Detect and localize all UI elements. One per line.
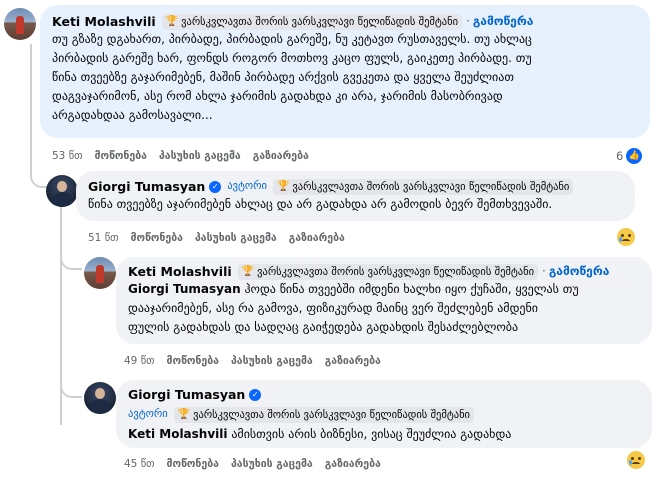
badge-label: ვარსკვლავთა შორის ვარსკვლავი წელიწადის შ… (257, 265, 535, 278)
comment-author[interactable]: Giorgi Tumasyan (88, 178, 205, 195)
avatar[interactable] (84, 257, 116, 289)
avatar[interactable] (46, 175, 78, 207)
verified-icon: ✓ (249, 388, 262, 401)
timestamp[interactable]: 51 წთ (88, 232, 119, 244)
mention-link[interactable]: Giorgi Tumasyan (128, 282, 241, 296)
avatar[interactable] (84, 382, 116, 414)
thread-connector (60, 370, 82, 398)
reaction-summary[interactable] (617, 228, 635, 246)
like-reaction-icon: 👍 (626, 148, 643, 164)
comment-actions: 53 წთ მოწონება პასუხის გაცემა გაზიარება (52, 150, 309, 162)
reply-button[interactable]: პასუხის გაცემა (231, 458, 313, 470)
comment-author[interactable]: Giorgi Tumasyan (128, 386, 245, 403)
comment-line: ფულის გადახდას და სადღაც გაიჭედება გადახ… (128, 320, 519, 334)
comment-actions: 45 წთ მოწონება პასუხის გაცემა გაზიარება (124, 458, 381, 470)
reaction-count: 6 (616, 149, 624, 163)
comment-line: თუ გზაზე დგახართ, პირბადე, პირბადის გარე… (52, 32, 532, 46)
reply-button[interactable]: პასუხის გაცემა (195, 232, 277, 244)
like-button[interactable]: მოწონება (167, 355, 219, 367)
mention-link[interactable]: Keti Molashvili (128, 427, 228, 441)
badge-label: ვარსკვლავთა შორის ვარსკვლავი წელიწადის შ… (292, 180, 570, 193)
trophy-icon: 🏆 (165, 15, 179, 27)
trophy-icon: 🏆 (276, 180, 290, 192)
comment-actions: 49 წთ მოწონება პასუხის გაცემა გაზიარება (124, 355, 381, 367)
like-button[interactable]: მოწონება (95, 150, 147, 162)
share-button[interactable]: გაზიარება (253, 150, 309, 162)
comment-author[interactable]: Keti Molashvili (52, 13, 156, 30)
reply-button[interactable]: პასუხის გაცემა (231, 355, 313, 367)
verified-icon: ✓ (209, 180, 222, 193)
reply-button[interactable]: პასუხის გაცემა (159, 150, 241, 162)
fan-badge[interactable]: 🏆 ვარსკვლავთა შორის ვარსკვლავი წელიწადის … (237, 263, 539, 280)
timestamp[interactable]: 45 წთ (124, 458, 155, 470)
fan-badge[interactable]: 🏆 ვარსკვლავთა შორის ვარსკვლავი წელიწადის … (173, 406, 474, 423)
comment-text: თუ გზაზე დგახართ, პირბადე, პირბადის გარე… (52, 30, 638, 125)
comment-text: წინა თვეებზე აჯარიმებენ ახლაც და არ გადა… (88, 197, 553, 211)
comment-line: პირბადის გარეშე ხარ, ფონდს როგორ მოთხოვ … (52, 51, 532, 65)
separator: · (466, 14, 470, 28)
comment-line: ამისთვის არის ბიზნესი, ვისაც შეუძლია გად… (231, 427, 512, 441)
thread-connector (60, 240, 82, 270)
sad-reaction-icon (617, 228, 635, 246)
badge-label: ვარსკვლავთა შორის ვარსკვლავი წელიწადის შ… (181, 15, 459, 28)
fan-badge[interactable]: 🏆 ვარსკვლავთა შორის ვარსკვლავი წელიწადის … (161, 13, 463, 30)
reaction-summary[interactable]: 6 👍 (616, 148, 643, 164)
share-button[interactable]: გაზიარება (325, 355, 381, 367)
follow-button[interactable]: გამოწერა (549, 263, 610, 280)
thread-line-main (30, 44, 32, 162)
timestamp[interactable]: 53 წთ (52, 150, 83, 162)
comment-bubble: Keti Molashvili 🏆 ვარსკვლავთა შორის ვარსკ… (116, 257, 652, 344)
comment-bubble: Keti Molashvili 🏆 ვარსკვლავთა შორის ვარსკ… (40, 5, 650, 138)
comment-line: დაგვაჯარიმონ, ასე რომ ახლა ჯარიმის გადახ… (52, 89, 503, 103)
comment-text: Keti Molashvili ამისთვის არის ბიზნესი, ვ… (128, 425, 640, 444)
share-button[interactable]: გაზიარება (325, 458, 381, 470)
trophy-icon: 🏆 (177, 408, 191, 420)
badge-label: ვარსკვლავთა შორის ვარსკვლავი წელიწადის შ… (193, 408, 470, 421)
thread-connector (30, 150, 48, 188)
comment-line: დააჯარიმებენ, ასე რა გამოვა, ფიზიკურად მ… (128, 301, 538, 315)
avatar[interactable] (4, 8, 36, 40)
fan-badge[interactable]: 🏆 ვარსკვლავთა შორის ვარსკვლავი წელიწადის … (272, 178, 574, 195)
share-button[interactable]: გაზიარება (289, 232, 345, 244)
like-button[interactable]: მოწონება (131, 232, 183, 244)
sad-reaction-icon (627, 451, 645, 469)
comment-author[interactable]: Keti Molashvili (128, 263, 232, 280)
comment-bubble: Giorgi Tumasyan ✓ ავტორი 🏆 ვარსკვლავთა შო… (76, 171, 635, 221)
comment-line: წინა თვეებზე გაჯარიმებენ, მაშინ პირბადე … (52, 70, 514, 84)
comment-line: ჰოდა წინა თვეებში იმდენი ხალხი იყო ქუჩაშ… (244, 282, 579, 296)
reaction-summary[interactable] (627, 451, 645, 469)
comment-line: არგადახდაა გამოსავალი... (52, 108, 213, 122)
like-button[interactable]: მოწონება (167, 458, 219, 470)
separator: · (542, 264, 546, 278)
author-badge[interactable]: ავტორი (227, 178, 267, 195)
comment-text: Giorgi Tumasyan ჰოდა წინა თვეებში იმდენი… (128, 280, 640, 337)
comment-actions: 51 წთ მოწონება პასუხის გაცემა გაზიარება (88, 232, 345, 244)
timestamp[interactable]: 49 წთ (124, 355, 155, 367)
follow-button[interactable]: გამოწერა (473, 13, 534, 30)
comment-bubble: Giorgi Tumasyan ✓ ავტორი 🏆 ვარსკვლავთა შო… (116, 380, 652, 448)
trophy-icon: 🏆 (241, 265, 255, 277)
author-badge[interactable]: ავტორი (128, 406, 168, 423)
